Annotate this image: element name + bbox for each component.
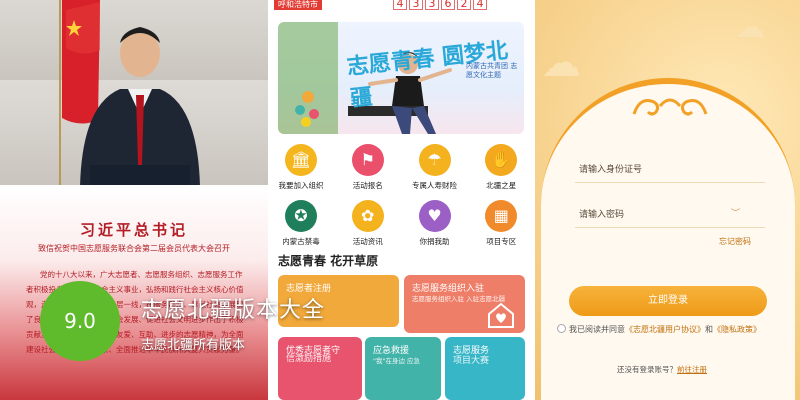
hand-icon: ✋ <box>485 144 518 176</box>
login-card <box>541 78 795 400</box>
user-agreement-link[interactable]: 《志愿北疆用户协议》 <box>625 325 705 334</box>
news-subtitle: 致信祝贺中国志愿服务联合会第二届会员代表大会召开 <box>38 244 230 253</box>
tile-desc: "我"在身边 应急 <box>373 357 421 365</box>
pillar-icon: 🏛 <box>285 144 317 176</box>
feature-item[interactable]: ✿ 活动资讯 <box>335 200 401 252</box>
register-row: 还没有登录账号？前往注册 <box>617 364 707 375</box>
mongolian-ornament-icon <box>632 98 708 116</box>
app-subtitle: 志愿北疆所有版本 <box>141 338 246 353</box>
password-input[interactable]: 请输入密码 <box>579 207 624 220</box>
app-title: 志愿北疆版本大全 <box>141 298 326 323</box>
counter-digit: 3 <box>409 0 423 10</box>
counter-digit: 4 <box>473 0 487 10</box>
tile-title: 志愿服务组织入驻 <box>412 284 485 294</box>
input-underline <box>575 182 765 183</box>
rating-badge: 9.0 <box>40 281 120 361</box>
feature-item[interactable]: ⚑ 活动报名 <box>335 144 401 196</box>
cloud-decoration: ☁ <box>541 40 581 86</box>
privacy-policy-link[interactable]: 《隐私政策》 <box>713 325 761 334</box>
heart-icon: ♥ <box>418 200 451 232</box>
blocks-icon: ▦ <box>485 200 518 232</box>
tile-title: 应急救援 <box>373 346 410 356</box>
banner-org-text: 内蒙古共青团 志愿文化主题 <box>466 62 518 79</box>
feature-label: 活动报名 <box>352 181 383 190</box>
agree-and: 和 <box>705 325 713 334</box>
tile-org-join[interactable]: 志愿服务组织入驻 志愿服务组织入驻 入驻志愿北疆 <box>404 275 525 333</box>
tile-title: 志愿服务 <box>453 346 490 356</box>
feature-label: 北疆之星 <box>486 181 517 190</box>
sunflower-icon: ✿ <box>351 200 384 232</box>
register-link[interactable]: 前往注册 <box>677 365 707 374</box>
flag-icon: ⚑ <box>351 144 384 176</box>
tile-desc: 项目大赛 <box>453 356 490 366</box>
tile-desc: 信激励措施 <box>286 354 332 364</box>
feature-label: 我要加入组织 <box>278 181 324 190</box>
feature-item[interactable]: ☂ 专属人寿财险 <box>402 144 468 196</box>
counter-digit: 2 <box>457 0 471 10</box>
emblem-icon: ✪ <box>285 200 317 232</box>
speaker-photo <box>80 27 200 187</box>
eye-closed-icon[interactable]: ︶ <box>731 206 740 219</box>
feature-item[interactable]: ▦ 项目专区 <box>468 200 534 252</box>
home-screenshot: 呼和浩特市 4 3 3 6 2 4 志愿青春 圆梦北疆 内蒙古共青团 志愿文化主… <box>268 0 535 400</box>
counter-digit: 4 <box>393 0 407 10</box>
tile-emergency-rescue[interactable]: 应急救援 "我"在身边 应急 <box>365 337 441 400</box>
agree-prefix: 我已阅读并同意 <box>569 325 625 334</box>
id-number-input[interactable]: 请输入身份证号 <box>579 162 642 175</box>
agreement-row: 我已阅读并同意《志愿北疆用户协议》和《隐私政策》 <box>557 324 782 336</box>
forgot-password-link[interactable]: 忘记密码 <box>719 236 751 247</box>
feature-label: 你捐我助 <box>419 237 450 246</box>
feature-item[interactable]: ✪ 内蒙古禁毒 <box>268 200 334 252</box>
agree-checkbox[interactable] <box>557 324 566 333</box>
feature-label: 项目专区 <box>486 237 517 246</box>
tile-project-contest[interactable]: 志愿服务 项目大赛 <box>445 337 525 400</box>
house-heart-icon <box>488 302 514 328</box>
carousel-banner[interactable]: 志愿青春 圆梦北疆 内蒙古共青团 志愿文化主题 <box>278 22 524 134</box>
volunteer-counter: 4 3 3 6 2 4 <box>393 0 487 10</box>
register-prefix: 还没有登录账号？ <box>617 365 677 374</box>
counter-digit: 3 <box>425 0 439 10</box>
tile-honor-measures[interactable]: 优秀志愿者守 信激励措施 <box>278 337 362 400</box>
umbrella-icon: ☂ <box>418 144 451 176</box>
section-title: 志愿青春 花开草原 <box>278 254 379 268</box>
counter-digit: 6 <box>441 0 455 10</box>
feature-label: 内蒙古禁毒 <box>282 237 320 246</box>
cloud-decoration: ☁ <box>735 10 765 45</box>
top-bar: 呼和浩特市 4 3 3 6 2 4 <box>268 0 535 14</box>
input-underline <box>575 227 765 228</box>
feature-item[interactable]: 🏛 我要加入组织 <box>268 144 334 196</box>
login-screenshot: ☁ ☁ ☁ 请输入身份证号 请输入密码 ︶ 忘记密码 立即登录 我已阅读并同意《… <box>535 0 800 400</box>
feature-label: 专属人寿财险 <box>412 181 457 190</box>
news-title: 习近平总书记 <box>79 221 188 239</box>
login-button[interactable]: 立即登录 <box>569 286 767 316</box>
feature-label: 活动资讯 <box>352 237 383 246</box>
city-selector[interactable]: 呼和浩特市 <box>274 0 322 10</box>
feature-item[interactable]: ✋ 北疆之星 <box>468 144 534 196</box>
feature-item[interactable]: ♥ 你捐我助 <box>402 200 468 252</box>
